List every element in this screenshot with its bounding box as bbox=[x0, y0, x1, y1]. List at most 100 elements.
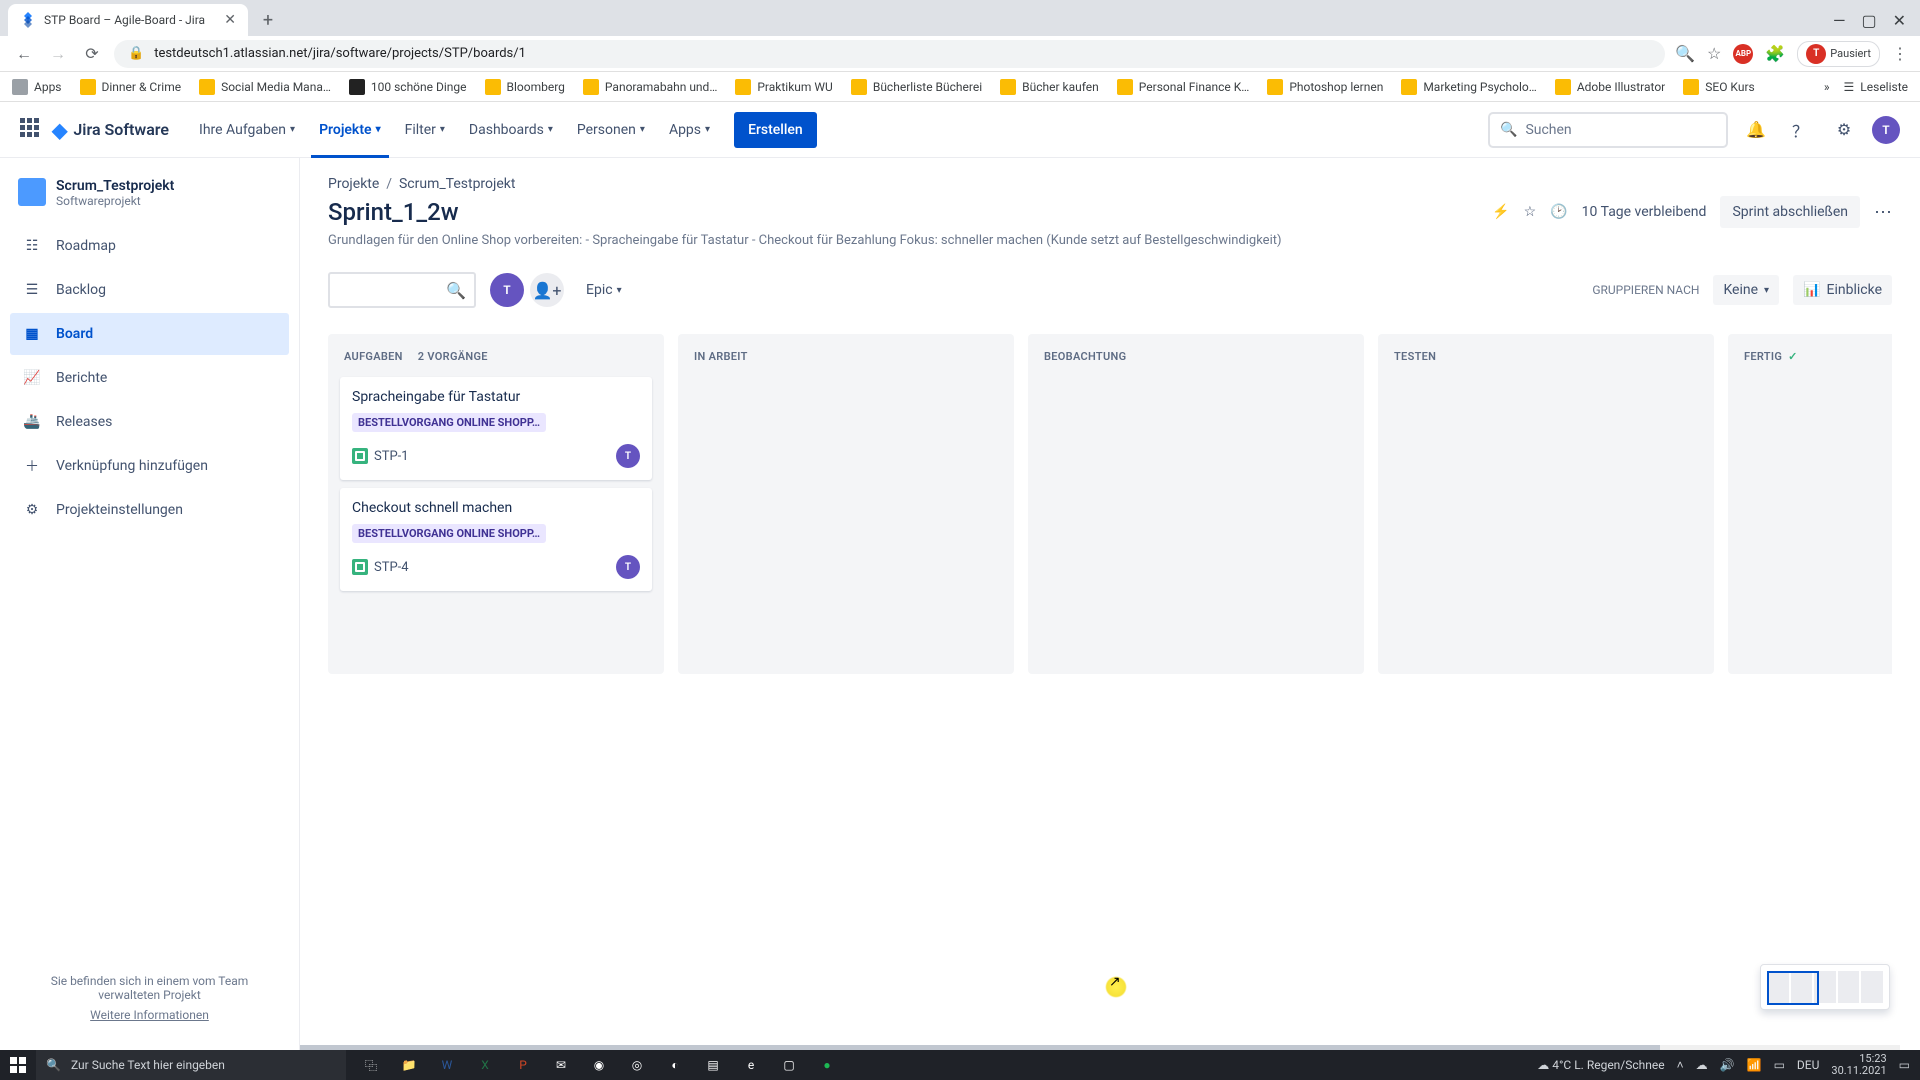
sidebar-item-settings[interactable]: ⚙Projekteinstellungen bbox=[10, 489, 289, 531]
chrome-menu-icon[interactable]: ⋮ bbox=[1892, 44, 1908, 63]
add-people-button[interactable]: 👤+ bbox=[530, 273, 564, 307]
board-search-input[interactable]: 🔍 bbox=[328, 272, 476, 308]
bookmarks-overflow[interactable]: » bbox=[1824, 80, 1830, 94]
close-window-icon[interactable]: ✕ bbox=[1893, 11, 1906, 30]
edge-icon[interactable]: e bbox=[736, 1050, 766, 1080]
nav-filters[interactable]: Filter▾ bbox=[397, 102, 453, 158]
reading-list-button[interactable]: ☰Leseliste bbox=[1844, 80, 1908, 94]
complete-sprint-button[interactable]: Sprint abschließen bbox=[1720, 196, 1860, 228]
bookmark-item[interactable]: 100 schöne Dinge bbox=[349, 79, 467, 95]
bookmark-item[interactable]: Social Media Mana… bbox=[199, 79, 331, 95]
taskbar-clock[interactable]: 15:23 30.11.2021 bbox=[1831, 1053, 1886, 1077]
group-by-dropdown[interactable]: Keine▾ bbox=[1713, 275, 1779, 305]
epic-tag[interactable]: BESTELLVORGANG ONLINE SHOPP… bbox=[352, 524, 546, 543]
maximize-icon[interactable]: ▢ bbox=[1861, 11, 1876, 30]
assignee-avatar[interactable]: T bbox=[616, 444, 640, 468]
minimize-icon[interactable]: — bbox=[1833, 11, 1846, 30]
bookmark-item[interactable]: Bloomberg bbox=[485, 79, 565, 95]
app-icon[interactable]: ◐ bbox=[660, 1050, 690, 1080]
epic-filter[interactable]: Epic▾ bbox=[578, 282, 630, 298]
forward-button[interactable]: → bbox=[46, 42, 70, 66]
bookmark-item[interactable]: Marketing Psycholo… bbox=[1401, 79, 1536, 95]
global-search-input[interactable]: 🔍 Suchen bbox=[1488, 112, 1728, 148]
task-view-icon[interactable]: ⿻ bbox=[356, 1050, 386, 1080]
nav-apps[interactable]: Apps▾ bbox=[661, 102, 718, 158]
bookmark-item[interactable]: Bücher kaufen bbox=[1000, 79, 1099, 95]
close-tab-icon[interactable]: ✕ bbox=[224, 12, 236, 28]
sidebar-footer-link[interactable]: Weitere Informationen bbox=[30, 1008, 269, 1022]
breadcrumb-project[interactable]: Scrum_Testprojekt bbox=[399, 176, 516, 192]
extensions-icon[interactable]: 🧩 bbox=[1765, 44, 1785, 63]
onedrive-icon[interactable]: ☁ bbox=[1696, 1058, 1708, 1072]
column-observation[interactable]: BEOBACHTUNG bbox=[1028, 334, 1364, 674]
settings-gear-icon[interactable]: ⚙ bbox=[1828, 114, 1860, 146]
zoom-icon[interactable]: 🔍 bbox=[1675, 44, 1695, 63]
app-switcher-icon[interactable] bbox=[20, 118, 44, 142]
excel-icon[interactable]: X bbox=[470, 1050, 500, 1080]
notepad-icon[interactable]: ▢ bbox=[774, 1050, 804, 1080]
chrome-icon[interactable]: ◉ bbox=[584, 1050, 614, 1080]
assignee-avatar[interactable]: T bbox=[616, 555, 640, 579]
column-done[interactable]: FERTIG✓ bbox=[1728, 334, 1892, 674]
start-button[interactable] bbox=[0, 1050, 36, 1080]
spotify-icon[interactable]: ● bbox=[812, 1050, 842, 1080]
bookmark-item[interactable]: Praktikum WU bbox=[735, 79, 832, 95]
bookmark-star-icon[interactable]: ☆ bbox=[1707, 44, 1721, 63]
create-button[interactable]: Erstellen bbox=[734, 112, 817, 148]
column-in-progress[interactable]: IN ARBEIT bbox=[678, 334, 1014, 674]
project-header[interactable]: Scrum_Testprojekt Softwareprojekt bbox=[10, 178, 289, 224]
issue-card[interactable]: Spracheingabe für Tastatur BESTELLVORGAN… bbox=[340, 377, 652, 480]
nav-projects[interactable]: Projekte▾ bbox=[311, 102, 389, 158]
issue-key[interactable]: STP-1 bbox=[374, 449, 409, 464]
bookmark-item[interactable]: Adobe Illustrator bbox=[1555, 79, 1665, 95]
taskbar-search[interactable]: 🔍Zur Suche Text hier eingeben bbox=[36, 1050, 346, 1080]
notifications-center-icon[interactable]: ▭ bbox=[1899, 1058, 1910, 1072]
sidebar-item-backlog[interactable]: ☰Backlog bbox=[10, 269, 289, 311]
battery-icon[interactable]: ▭ bbox=[1774, 1058, 1785, 1072]
reload-button[interactable]: ⟳ bbox=[80, 42, 104, 66]
obs-icon[interactable]: ◎ bbox=[622, 1050, 652, 1080]
adblock-icon[interactable]: ABP bbox=[1733, 44, 1753, 64]
url-field[interactable]: 🔒 testdeutsch1.atlassian.net/jira/softwa… bbox=[114, 40, 1665, 68]
jira-logo[interactable]: ◆ Jira Software bbox=[52, 118, 169, 142]
mail-icon[interactable]: ✉ bbox=[546, 1050, 576, 1080]
sidebar-item-reports[interactable]: 📈Berichte bbox=[10, 357, 289, 399]
explorer-icon[interactable]: 📁 bbox=[394, 1050, 424, 1080]
bookmark-item[interactable]: Photoshop lernen bbox=[1267, 79, 1383, 95]
help-icon[interactable]: ？ bbox=[1784, 114, 1816, 146]
tray-chevron-icon[interactable]: ˄ bbox=[1677, 1058, 1684, 1072]
bookmark-item[interactable]: SEO Kurs bbox=[1683, 79, 1754, 95]
bookmark-item[interactable]: Bücherliste Bücherei bbox=[851, 79, 982, 95]
issue-key[interactable]: STP-4 bbox=[374, 560, 409, 575]
assignee-filter-avatar[interactable]: T bbox=[490, 273, 524, 307]
issue-card[interactable]: Checkout schnell machen BESTELLVORGANG O… bbox=[340, 488, 652, 591]
more-actions-icon[interactable]: ⋯ bbox=[1874, 202, 1892, 223]
nav-your-work[interactable]: Ihre Aufgaben▾ bbox=[191, 102, 303, 158]
column-testing[interactable]: TESTEN bbox=[1378, 334, 1714, 674]
sidebar-item-releases[interactable]: 🚢Releases bbox=[10, 401, 289, 443]
weather-widget[interactable]: ☁ 4°C L. Regen/Schnee bbox=[1537, 1058, 1664, 1072]
bookmark-item[interactable]: Panoramabahn und… bbox=[583, 79, 717, 95]
sidebar-item-board[interactable]: ▦Board bbox=[10, 313, 289, 355]
star-icon[interactable]: ☆ bbox=[1524, 204, 1537, 220]
board-minimap[interactable] bbox=[1760, 964, 1890, 1010]
app-icon[interactable]: ▤ bbox=[698, 1050, 728, 1080]
word-icon[interactable]: W bbox=[432, 1050, 462, 1080]
bookmark-item[interactable]: Dinner & Crime bbox=[80, 79, 182, 95]
notifications-icon[interactable]: 🔔 bbox=[1740, 114, 1772, 146]
insights-button[interactable]: 📊Einblicke bbox=[1793, 275, 1892, 305]
minimap-viewport[interactable] bbox=[1767, 971, 1819, 1005]
language-indicator[interactable]: DEU bbox=[1797, 1058, 1819, 1072]
back-button[interactable]: ← bbox=[12, 42, 36, 66]
browser-tab[interactable]: STP Board – Agile-Board - Jira ✕ bbox=[8, 4, 248, 36]
volume-icon[interactable]: 🔊 bbox=[1720, 1058, 1735, 1072]
profile-chip[interactable]: T Pausiert bbox=[1797, 41, 1880, 67]
epic-tag[interactable]: BESTELLVORGANG ONLINE SHOPP… bbox=[352, 413, 546, 432]
nav-dashboards[interactable]: Dashboards▾ bbox=[461, 102, 561, 158]
breadcrumb-root[interactable]: Projekte bbox=[328, 176, 379, 192]
bookmark-item[interactable]: Personal Finance K… bbox=[1117, 79, 1250, 95]
automation-icon[interactable]: ⚡ bbox=[1492, 204, 1509, 220]
profile-avatar[interactable]: T bbox=[1872, 116, 1900, 144]
sidebar-item-roadmap[interactable]: ☷Roadmap bbox=[10, 225, 289, 267]
column-todo[interactable]: AUFGABEN 2 VORGÄNGE Spracheingabe für Ta… bbox=[328, 334, 664, 674]
